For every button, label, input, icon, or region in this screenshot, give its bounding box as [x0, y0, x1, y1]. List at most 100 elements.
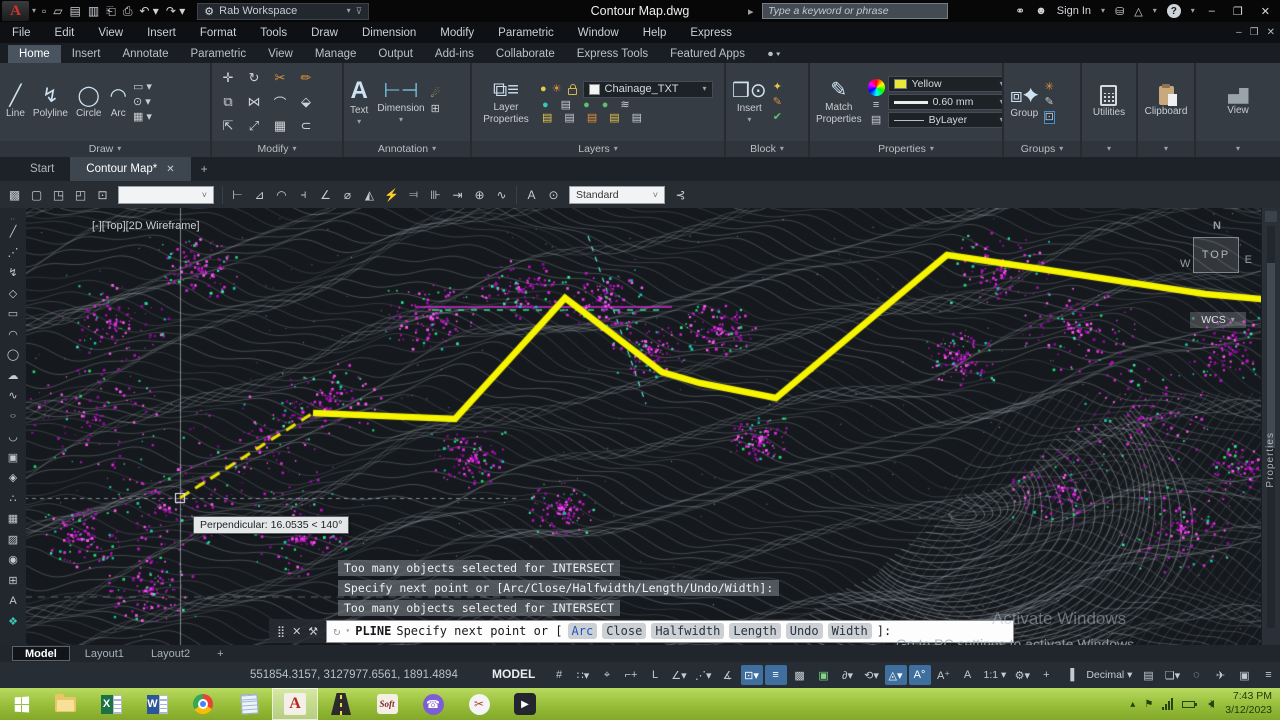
layout-tab[interactable]: Layout2	[139, 646, 202, 661]
dim-style-combobox[interactable]: Standard	[569, 185, 665, 204]
status-toggle-icon[interactable]: ▣	[1233, 665, 1255, 685]
draw-toolbar-icon[interactable]: ◇	[9, 284, 17, 302]
clock[interactable]: 7:43 PM 3/12/2023	[1225, 690, 1272, 717]
color-dropdown[interactable]: Yellow	[887, 76, 1002, 92]
modify-tool-icon[interactable]: ⧉	[223, 94, 232, 110]
dimension-toolbar-icon[interactable]: ⊪	[425, 185, 446, 205]
status-toggle-icon[interactable]: ≡	[764, 665, 787, 685]
search-expand-icon[interactable]	[748, 5, 754, 18]
ribbon-tab[interactable]: Manage	[304, 45, 368, 63]
block-mini-icon[interactable]: ✔	[773, 111, 782, 123]
draw-toolbar-icon[interactable]: ❖	[8, 612, 18, 630]
draw-mini-icon[interactable]: ▦ ▾	[133, 111, 152, 123]
drag-handle-icon[interactable]: ⣿	[277, 625, 285, 638]
menu-item[interactable]: File	[0, 27, 43, 39]
status-toggle-icon[interactable]: L	[644, 665, 666, 685]
ribbon-tab[interactable]: Annotate	[111, 45, 179, 63]
status-toggle-icon[interactable]: ∡	[717, 665, 739, 685]
match-properties-button[interactable]: ✎ Match Properties	[813, 78, 865, 126]
draw-toolbar-icon[interactable]: ▨	[8, 530, 18, 548]
viewcube-north[interactable]: N	[1213, 220, 1221, 232]
draw-toolbar-icon[interactable]: ▭	[8, 305, 18, 323]
viewport-controls[interactable]: [-][Top][2D Wireframe]	[92, 220, 200, 232]
draw-toolbar-icon[interactable]: ◯	[7, 346, 19, 364]
chevron-down-icon[interactable]	[1101, 7, 1105, 15]
group-button[interactable]: ⧈✦ Group	[1007, 84, 1042, 121]
layout-tab[interactable]: Layout1	[73, 646, 136, 661]
menu-item[interactable]: Tools	[248, 27, 299, 39]
annotation-scale-button[interactable]: 1:1 ▾	[981, 665, 1010, 685]
ribbon-tab[interactable]: Express Tools	[566, 45, 659, 63]
modify-tool-icon[interactable]: ✏	[301, 70, 312, 86]
modify-tool-icon[interactable]: ▦	[274, 118, 286, 134]
command-option-button[interactable]: Width	[827, 623, 872, 639]
minimize-icon[interactable]	[1236, 27, 1242, 38]
linetype-dropdown[interactable]: ByLayer	[887, 112, 1002, 128]
properties-palette-tab[interactable]: Properties	[1265, 432, 1276, 488]
insert-block-button[interactable]: ❒⊙ Insert	[729, 79, 770, 125]
wrench-icon[interactable]: ⚒	[308, 625, 318, 638]
taskbar-excel[interactable]: X	[88, 688, 134, 720]
status-toggle-icon[interactable]: A	[957, 665, 979, 685]
units-button[interactable]: Decimal ▾	[1083, 665, 1135, 685]
search-icon[interactable]	[1015, 4, 1025, 18]
command-option-button[interactable]: Undo	[785, 623, 823, 639]
toolbar-icon[interactable]: ◰	[70, 185, 91, 205]
close-icon[interactable]: ✕	[292, 625, 301, 638]
ribbon-tab[interactable]: Home	[8, 45, 61, 63]
viewcube-west[interactable]: W	[1180, 258, 1190, 270]
layer-tool-icon[interactable]: ●	[583, 99, 590, 111]
modify-tool-icon[interactable]: ✛	[223, 70, 234, 86]
layer-tool-icon[interactable]: ≋	[620, 99, 629, 111]
ribbon-tab[interactable]: Insert	[61, 45, 112, 63]
chevron-down-icon[interactable]	[345, 627, 350, 635]
panel-label-modify[interactable]: Modify	[212, 141, 342, 157]
draw-tool-button[interactable]: ◯ Circle	[73, 84, 105, 121]
wcs-dropdown[interactable]: WCS	[1190, 312, 1246, 328]
status-toggle-icon[interactable]: ⊡▾	[740, 665, 763, 685]
status-toggle-icon[interactable]: ▣	[813, 665, 835, 685]
menu-item[interactable]: Help	[631, 27, 679, 39]
dimension-toolbar-icon[interactable]: ◭	[359, 185, 380, 205]
properties-mini-icon[interactable]: ▤	[871, 114, 881, 126]
viewcube-top-face[interactable]: TOP	[1193, 237, 1239, 273]
block-mini-icon[interactable]: ✎	[773, 96, 782, 108]
chevron-down-icon[interactable]	[1191, 7, 1195, 15]
color-wheel-icon[interactable]	[867, 78, 885, 96]
layer-dropdown[interactable]: Chainage_TXT	[582, 80, 713, 98]
qat-icon[interactable]: ↷ ▾	[166, 4, 185, 18]
status-toggle-icon[interactable]: ✈	[1209, 665, 1231, 685]
ribbon-tab[interactable]: Parametric	[180, 45, 258, 63]
panel-label-clipboard[interactable]	[1138, 141, 1194, 157]
new-tab-button[interactable]: +	[191, 157, 218, 181]
help-icon[interactable]: ?	[1166, 4, 1181, 18]
layer-tool-icon[interactable]: ▤	[632, 112, 642, 124]
workspace-switcher[interactable]: ⚙ Rab Workspace ⊽	[197, 2, 370, 20]
taskbar-viber[interactable]: ☎	[410, 688, 456, 720]
dimension-toolbar-icon[interactable]: ⫤	[403, 185, 424, 205]
chevron-down-icon[interactable]	[1153, 7, 1157, 15]
camera-icon[interactable]: ⏺ ▾	[762, 46, 787, 63]
close-icon[interactable]	[1267, 27, 1275, 38]
draw-toolbar-icon[interactable]: ◡	[8, 428, 18, 446]
status-toggle-icon[interactable]: ⋰▾	[692, 665, 715, 685]
layout-tab[interactable]: Model	[12, 646, 70, 661]
empty-combobox[interactable]	[118, 185, 214, 204]
draw-tool-button[interactable]: ↯ Polyline	[30, 84, 71, 121]
command-option-button[interactable]: Length	[729, 623, 781, 639]
layer-tool-icon[interactable]: ●	[602, 99, 609, 111]
app-menu-button[interactable]: A	[2, 1, 29, 21]
sign-in-button[interactable]: Sign In	[1057, 5, 1091, 17]
group-mini-icon[interactable]: ✎	[1045, 96, 1054, 108]
modify-tool-icon[interactable]: ⤢	[249, 118, 259, 134]
qat-icon[interactable]: ↶ ▾	[139, 4, 158, 18]
draw-toolbar-icon[interactable]: ○	[10, 410, 17, 422]
qat-icon[interactable]: ▱	[53, 4, 62, 18]
ribbon-tab[interactable]: View	[257, 45, 304, 63]
command-option-button[interactable]: Close	[602, 623, 647, 639]
taskbar-notepad[interactable]	[226, 688, 272, 720]
annotation-mini-icon[interactable]: ☄	[431, 89, 441, 100]
dimension-toolbar-icon[interactable]: ⊕	[469, 185, 490, 205]
model-space-button[interactable]: MODEL	[492, 667, 535, 681]
dimension-toolbar-icon[interactable]: ⇥	[447, 185, 468, 205]
